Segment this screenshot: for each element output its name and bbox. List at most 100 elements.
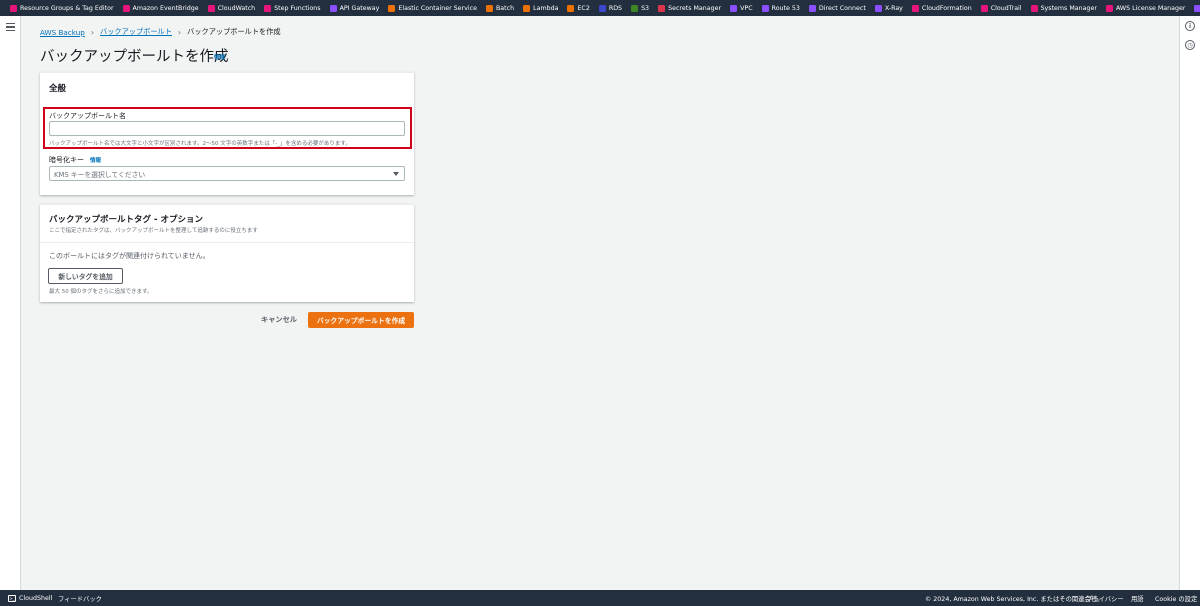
history-icon[interactable]: ◷: [1185, 40, 1195, 50]
favorite-label: EC2: [577, 4, 590, 12]
service-icon: [567, 4, 575, 12]
favorite-label: S3: [641, 4, 650, 12]
favorite-label: Amazon EventBridge: [132, 4, 199, 12]
favorite-item[interactable]: CloudFormation: [911, 4, 972, 12]
cloudshell-label: CloudShell: [19, 594, 53, 602]
tags-description: ここで指定されたタグは、バックアップボールトを整理して追跡するのに役立ちます: [49, 228, 258, 234]
favorite-label: Step Functions: [274, 4, 321, 12]
cancel-button[interactable]: キャンセル: [261, 315, 297, 325]
favorite-label: X-Ray: [884, 4, 903, 12]
favorite-item[interactable]: X-Ray: [874, 4, 903, 12]
terms-link[interactable]: 用語: [1131, 594, 1144, 603]
favorite-item[interactable]: CloudWatch: [207, 4, 256, 12]
service-icon: [730, 4, 738, 12]
favorite-label: Resource Groups & Tag Editor: [20, 4, 114, 12]
favorite-item[interactable]: AWS License Manager: [1105, 4, 1186, 12]
kms-key-placeholder: KMS キーを選択してください: [54, 170, 146, 179]
service-icon: [207, 4, 215, 12]
chevron-right-icon: ›: [177, 27, 182, 37]
favorite-item[interactable]: Secrets Manager: [658, 4, 722, 12]
service-icon: [911, 4, 919, 12]
tags-empty-text: このボールトにはタグが関連付けられていません。: [49, 252, 210, 260]
add-tag-button[interactable]: 新しいタグを追加: [48, 268, 123, 284]
favorite-item[interactable]: VPC: [730, 4, 753, 12]
caret-down-icon: [393, 171, 399, 176]
favorite-item[interactable]: S3: [631, 4, 650, 12]
favorite-item[interactable]: Amazon EventBridge: [122, 4, 199, 12]
favorites-bar: Resource Groups & Tag Editor Amazon Event…: [0, 0, 1200, 16]
favorite-item[interactable]: Lambda: [523, 4, 559, 12]
service-icon: [523, 4, 531, 12]
privacy-link[interactable]: プライバシー: [1086, 594, 1124, 603]
favorite-item[interactable]: Elastic Container Service: [388, 4, 477, 12]
favorite-label: RDS: [608, 4, 623, 12]
service-icon: [808, 4, 816, 12]
favorite-label: Route 53: [771, 4, 800, 12]
encryption-key-label: 暗号化キー: [49, 156, 84, 164]
favorite-item[interactable]: EC2: [567, 4, 590, 12]
favorite-item[interactable]: Athena: [1194, 4, 1200, 12]
favorite-item[interactable]: RDS: [598, 4, 623, 12]
utility-rail: i ◷: [1179, 16, 1200, 590]
info-panel-icon[interactable]: i: [1185, 21, 1195, 31]
service-icon: [1194, 4, 1200, 12]
service-icon: [1030, 4, 1038, 12]
service-icon: [264, 4, 272, 12]
page-title: バックアップボールトを作成: [40, 49, 229, 65]
favorite-label: Direct Connect: [818, 4, 866, 12]
highlight-box: [43, 107, 412, 149]
cookie-settings-link[interactable]: Cookie の設定: [1155, 594, 1197, 603]
breadcrumb-aws-backup[interactable]: AWS Backup: [40, 28, 85, 37]
favorite-label: API Gateway: [339, 4, 380, 12]
kms-key-select[interactable]: KMS キーを選択してください: [49, 166, 405, 181]
favorite-label: Secrets Manager: [668, 4, 722, 12]
side-navigation-rail: [0, 16, 21, 590]
service-icon: [485, 4, 493, 12]
service-icon: [980, 4, 988, 12]
favorite-label: Lambda: [533, 4, 559, 12]
service-icon: [658, 4, 666, 12]
service-icon: [1105, 4, 1113, 12]
footer: >_ CloudShell フィードバック © 2024, Amazon Web…: [0, 590, 1200, 606]
service-icon: [874, 4, 882, 12]
service-icon: [10, 4, 17, 12]
service-icon: [598, 4, 606, 12]
favorite-label: AWS License Manager: [1115, 4, 1186, 12]
breadcrumb-backup-vaults[interactable]: バックアップボールト: [100, 27, 172, 37]
page-info-link[interactable]: 情報: [214, 53, 225, 61]
cloudshell-button[interactable]: >_ CloudShell: [8, 594, 53, 602]
encryption-info-link[interactable]: 情報: [90, 156, 101, 164]
favorite-label: CloudWatch: [217, 4, 256, 12]
favorite-label: CloudTrail: [990, 4, 1022, 12]
tags-title: バックアップボールトタグ - オプション: [49, 215, 203, 225]
favorite-item[interactable]: Batch: [485, 4, 515, 12]
favorite-label: VPC: [740, 4, 753, 12]
favorite-item[interactable]: Resource Groups & Tag Editor: [10, 4, 114, 12]
breadcrumb-current: バックアップボールトを作成: [187, 27, 281, 36]
divider: [40, 242, 414, 243]
favorite-item[interactable]: CloudTrail: [980, 4, 1022, 12]
service-icon: [631, 4, 639, 12]
favorite-item[interactable]: Route 53: [761, 4, 800, 12]
service-icon: [329, 4, 337, 12]
menu-icon[interactable]: [6, 23, 15, 31]
favorite-item[interactable]: API Gateway: [329, 4, 380, 12]
favorite-item[interactable]: Direct Connect: [808, 4, 866, 12]
favorite-label: Systems Manager: [1040, 4, 1097, 12]
tags-limit-text: 最大 50 個のタグをさらに追加できます。: [49, 289, 153, 295]
service-icon: [761, 4, 769, 12]
service-icon: [388, 4, 396, 12]
feedback-link[interactable]: フィードバック: [58, 594, 102, 603]
favorite-label: CloudFormation: [921, 4, 972, 12]
favorite-label: Elastic Container Service: [398, 4, 477, 12]
create-vault-button[interactable]: バックアップボールトを作成: [308, 312, 414, 328]
terminal-icon: >_: [8, 594, 16, 602]
general-title: 全般: [49, 84, 67, 94]
service-icon: [122, 4, 130, 12]
favorite-item[interactable]: Systems Manager: [1030, 4, 1097, 12]
chevron-right-icon: ›: [90, 27, 95, 37]
breadcrumb: AWS Backup › バックアップボールト › バックアップボールトを作成: [40, 27, 281, 37]
favorite-item[interactable]: Step Functions: [264, 4, 321, 12]
copyright-text: © 2024, Amazon Web Services, Inc. またはその関…: [925, 595, 1104, 603]
favorite-label: Batch: [495, 4, 515, 12]
